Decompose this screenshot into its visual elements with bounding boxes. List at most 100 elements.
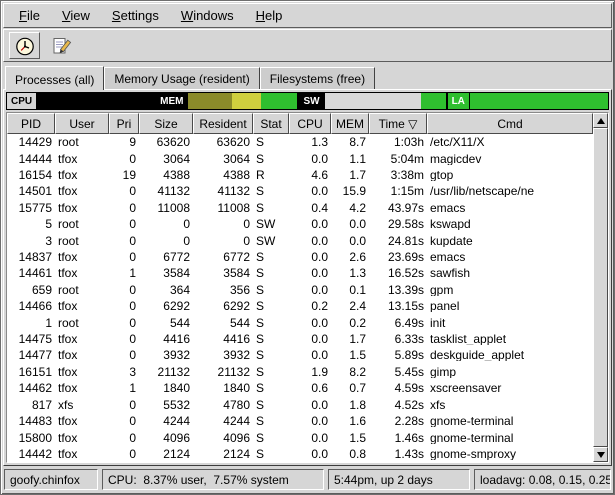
cell-time: 24.81s (369, 235, 427, 247)
cell-user: tfox (55, 251, 109, 263)
cell-size: 4388 (139, 169, 193, 181)
cell-mem: 1.5 (331, 349, 369, 361)
process-row-pid-817[interactable]: 817xfs055324780S0.01.84.52sxfs (7, 397, 593, 413)
cell-time: 29.58s (369, 218, 427, 230)
process-row-pid-16154[interactable]: 16154tfox1943884388R4.61.73:38mgtop (7, 167, 593, 183)
process-row-pid-15775[interactable]: 15775tfox01100811008S0.44.243.97semacs (7, 200, 593, 216)
tab-processes[interactable]: Processes (all) (5, 66, 104, 90)
process-row-pid-14442[interactable]: 14442tfox021242124S0.00.81.43sgnome-smpr… (7, 446, 593, 462)
process-row-pid-1[interactable]: 1root0544544S0.00.26.49sinit (7, 314, 593, 330)
cell-stat: S (253, 300, 289, 312)
cell-mem: 1.5 (331, 432, 369, 444)
clock-icon (14, 35, 36, 57)
cell-stat: S (253, 136, 289, 148)
properties-button[interactable] (46, 32, 77, 59)
process-row-pid-14483[interactable]: 14483tfox042444244S0.01.62.28sgnome-term… (7, 413, 593, 429)
cell-cmd: gtop (427, 169, 593, 181)
cell-mem: 4.2 (331, 202, 369, 214)
cell-cpu: 0.0 (289, 218, 331, 230)
menu-bar: File View Settings Windows Help (3, 3, 612, 28)
process-row-pid-14501[interactable]: 14501tfox04113241132S0.015.91:15m/usr/li… (7, 183, 593, 199)
table-header: PIDUserPriSizeResidentStatCPUMEMTime ▽Cm… (7, 113, 593, 134)
process-row-pid-14477[interactable]: 14477tfox039323932S0.01.55.89sdeskguide_… (7, 347, 593, 363)
process-row-pid-14475[interactable]: 14475tfox044164416S0.01.76.33stasklist_a… (7, 331, 593, 347)
cell-pri: 0 (109, 448, 139, 460)
cell-cmd: deskguide_applet (427, 349, 593, 361)
cell-mem: 0.1 (331, 284, 369, 296)
process-row-pid-14466[interactable]: 14466tfox062926292S0.22.413.15spanel (7, 298, 593, 314)
cell-size: 6772 (139, 251, 193, 263)
scroll-down-button[interactable] (593, 447, 608, 462)
cell-cmd: emacs (427, 251, 593, 263)
process-row-pid-14461[interactable]: 14461tfox135843584S0.01.316.52ssawfish (7, 265, 593, 281)
tab-memory-usage[interactable]: Memory Usage (resident) (104, 67, 259, 89)
cell-pri: 3 (109, 366, 139, 378)
cell-stat: S (253, 185, 289, 197)
column-header-pri[interactable]: Pri (109, 113, 139, 134)
cell-cpu: 1.9 (289, 366, 331, 378)
cell-cpu: 0.0 (289, 235, 331, 247)
cell-resident: 6292 (193, 300, 253, 312)
cell-cpu: 0.0 (289, 333, 331, 345)
process-row-pid-3[interactable]: 3root000SW0.00.024.81skupdate (7, 232, 593, 248)
vertical-scrollbar[interactable] (593, 113, 608, 462)
cell-size: 0 (139, 218, 193, 230)
cell-stat: S (253, 153, 289, 165)
process-row-pid-14462[interactable]: 14462tfox118401840S0.60.74.59sxscreensav… (7, 380, 593, 396)
column-header-pid[interactable]: PID (7, 113, 55, 134)
cell-size: 0 (139, 235, 193, 247)
scroll-up-button[interactable] (593, 113, 608, 128)
process-row-pid-14837[interactable]: 14837tfox067726772S0.02.623.69semacs (7, 249, 593, 265)
cell-pri: 0 (109, 202, 139, 214)
column-header-user[interactable]: User (55, 113, 109, 134)
menu-help[interactable]: Help (245, 4, 294, 27)
scrollbar-thumb[interactable] (593, 128, 608, 447)
cell-time: 1:15m (369, 185, 427, 197)
cell-pri: 0 (109, 185, 139, 197)
cell-stat: S (253, 349, 289, 361)
scrollbar-trough[interactable] (593, 128, 608, 447)
cell-time: 16.52s (369, 267, 427, 279)
cell-size: 364 (139, 284, 193, 296)
column-header-size[interactable]: Size (139, 113, 193, 134)
cell-mem: 1.7 (331, 169, 369, 181)
cell-pid: 5 (7, 218, 55, 230)
column-header-time[interactable]: Time ▽ (369, 113, 427, 134)
cell-time: 5.89s (369, 349, 427, 361)
process-row-pid-14429[interactable]: 14429root96362063620S1.38.71:03h/etc/X11… (7, 134, 593, 150)
cell-mem: 8.7 (331, 136, 369, 148)
cell-mem: 1.6 (331, 415, 369, 427)
cell-mem: 0.0 (331, 235, 369, 247)
menu-file[interactable]: File (8, 4, 51, 27)
column-header-resident[interactable]: Resident (193, 113, 253, 134)
process-row-pid-16151[interactable]: 16151tfox32113221132S1.98.25.45sgimp (7, 364, 593, 380)
cell-user: tfox (55, 153, 109, 165)
cell-pri: 0 (109, 333, 139, 345)
cell-time: 6.49s (369, 317, 427, 329)
cell-pid: 659 (7, 284, 55, 296)
tab-filesystems[interactable]: Filesystems (free) (260, 67, 375, 89)
cell-pid: 14429 (7, 136, 55, 148)
menu-windows[interactable]: Windows (170, 4, 245, 27)
cell-cpu: 0.6 (289, 382, 331, 394)
column-header-stat[interactable]: Stat (253, 113, 289, 134)
cell-user: tfox (55, 366, 109, 378)
menu-settings[interactable]: Settings (101, 4, 170, 27)
process-row-pid-15800[interactable]: 15800tfox040964096S0.01.51.46sgnome-term… (7, 429, 593, 445)
process-row-pid-5[interactable]: 5root000SW0.00.029.58skswapd (7, 216, 593, 232)
cell-time: 1:03h (369, 136, 427, 148)
cell-mem: 0.2 (331, 317, 369, 329)
cell-pid: 14475 (7, 333, 55, 345)
process-row-pid-14444[interactable]: 14444tfox030643064S0.01.15:04mmagicdev (7, 150, 593, 166)
column-header-cmd[interactable]: Cmd (427, 113, 593, 134)
timer-button[interactable] (9, 32, 40, 59)
cell-user: tfox (55, 333, 109, 345)
column-header-cpu[interactable]: CPU (289, 113, 331, 134)
menu-view[interactable]: View (51, 4, 101, 27)
cell-user: xfs (55, 399, 109, 411)
cell-pid: 14837 (7, 251, 55, 263)
cell-size: 544 (139, 317, 193, 329)
column-header-mem[interactable]: MEM (331, 113, 369, 134)
process-row-pid-659[interactable]: 659root0364356S0.00.113.39sgpm (7, 282, 593, 298)
cell-pid: 15775 (7, 202, 55, 214)
